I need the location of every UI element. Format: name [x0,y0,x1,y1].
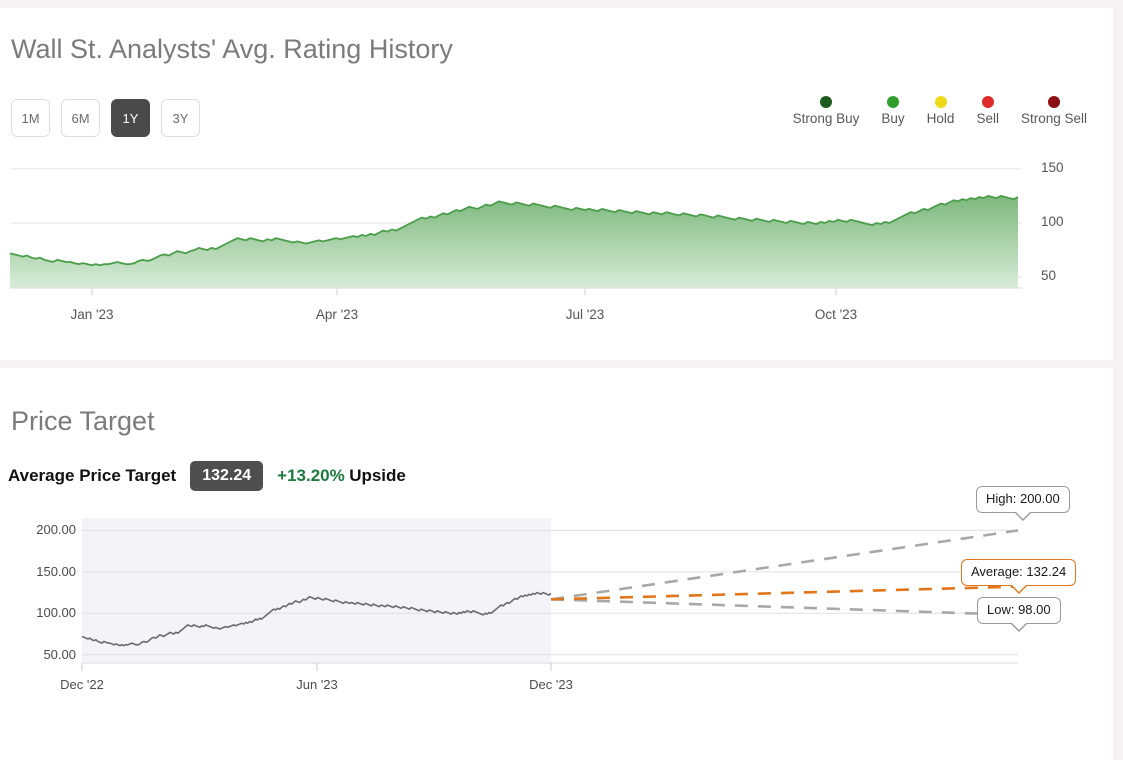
average-price-target-label: Average Price Target [8,466,176,486]
rating-history-chart [0,148,1113,328]
legend-dot-icon [820,96,832,108]
legend-label: Sell [976,111,999,126]
price-target-card: Price Target Average Price Target 132.24… [0,368,1113,760]
legend-label: Buy [881,111,904,126]
y-axis-label: 100.00 [18,605,76,620]
range-button-3y[interactable]: 3Y [161,99,200,137]
x-axis-label: Jun '23 [296,677,338,692]
legend-dot-icon [1048,96,1060,108]
range-selector: 1M 6M 1Y 3Y [11,99,200,137]
average-price-target-row: Average Price Target 132.24 +13.20% Upsi… [8,461,406,491]
legend-item-buy[interactable]: Buy [881,96,904,126]
x-axis-label: Apr '23 [316,307,358,322]
y-axis-label: 150.00 [18,564,76,579]
legend-label: Strong Buy [793,111,860,126]
forecast-low-line [551,599,1018,615]
y-axis-label: 200.00 [18,522,76,537]
area-fill [10,196,1018,288]
legend-dot-icon [935,96,947,108]
page-title: Wall St. Analysts' Avg. Rating History [11,34,453,65]
legend-item-strong-sell[interactable]: Strong Sell [1021,96,1087,126]
legend-label: Hold [927,111,955,126]
average-price-target-value: 132.24 [190,461,263,491]
range-button-1m[interactable]: 1M [11,99,50,137]
x-axis-label: Jan '23 [70,307,113,322]
callout-high: High: 200.00 [976,486,1070,513]
legend-dot-icon [887,96,899,108]
page-root: Wall St. Analysts' Avg. Rating History 1… [0,0,1123,760]
callout-average: Average: 132.24 [961,559,1076,586]
legend-item-strong-buy[interactable]: Strong Buy [793,96,860,126]
upside-percent: +13.20% [277,466,345,485]
rating-legend: Strong Buy Buy Hold Sell Strong Sell [793,96,1087,126]
price-target-title: Price Target [11,406,155,437]
x-axis-label: Dec '23 [529,677,573,692]
x-axis-label: Oct '23 [815,307,857,322]
upside-label: Upside [349,466,406,485]
history-band [82,518,551,663]
legend-label: Strong Sell [1021,111,1087,126]
y-axis-label: 50.00 [18,647,76,662]
price-target-chart [0,508,1113,758]
callout-low: Low: 98.00 [977,597,1061,624]
legend-item-sell[interactable]: Sell [976,96,999,126]
rating-history-plot [0,148,1113,328]
price-target-plot [0,508,1113,758]
legend-item-hold[interactable]: Hold [927,96,955,126]
range-button-6m[interactable]: 6M [61,99,100,137]
x-axis-label: Jul '23 [566,307,605,322]
y-axis-label: 50 [1041,268,1081,283]
x-axis-label: Dec '22 [60,677,104,692]
rating-history-card: Wall St. Analysts' Avg. Rating History 1… [0,8,1113,360]
range-button-1y[interactable]: 1Y [111,99,150,137]
y-axis-label: 150 [1041,160,1081,175]
upside-group: +13.20% Upside [277,466,406,486]
legend-dot-icon [982,96,994,108]
y-axis-label: 100 [1041,214,1081,229]
